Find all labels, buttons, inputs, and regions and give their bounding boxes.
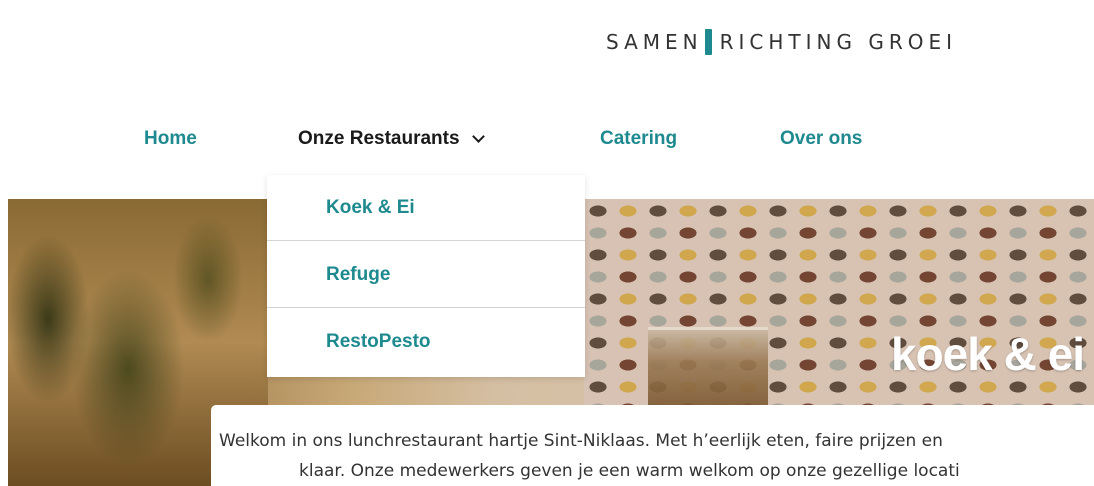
- dropdown-item-koek-ei[interactable]: Koek & Ei: [267, 175, 585, 241]
- restaurants-dropdown: Koek & Ei Refuge RestoPesto: [267, 175, 585, 377]
- logo-left-word: SAMEN: [606, 30, 703, 54]
- nav-catering[interactable]: Catering: [600, 128, 677, 150]
- hero-table-image: [648, 327, 768, 410]
- logo-right-word: RICHTING GROEI: [719, 30, 958, 54]
- intro-line-1: Welkom in ons lunchrestaurant hartje Sin…: [219, 431, 943, 451]
- hero-title: koek & ei: [891, 328, 1085, 380]
- dropdown-item-restopesto[interactable]: RestoPesto: [267, 309, 585, 375]
- page: SAMEN RICHTING GROEI koek & ei Welkom in…: [0, 0, 1094, 486]
- nav-onze-restaurants[interactable]: Onze Restaurants: [298, 128, 485, 150]
- logo-bar-icon: [704, 29, 712, 55]
- nav-over-ons[interactable]: Over ons: [780, 128, 862, 150]
- nav-onze-restaurants-label: Onze Restaurants: [298, 128, 460, 149]
- intro-line-2: klaar. Onze medewerkers geven je een war…: [299, 461, 960, 481]
- intro-box: Welkom in ons lunchrestaurant hartje Sin…: [211, 405, 1094, 486]
- nav-home[interactable]: Home: [144, 128, 197, 150]
- chevron-down-icon: [471, 130, 485, 143]
- dropdown-item-refuge[interactable]: Refuge: [267, 242, 585, 308]
- main-nav: Home Onze Restaurants Catering Over ons: [0, 128, 1094, 158]
- logo[interactable]: SAMEN RICHTING GROEI: [606, 26, 957, 58]
